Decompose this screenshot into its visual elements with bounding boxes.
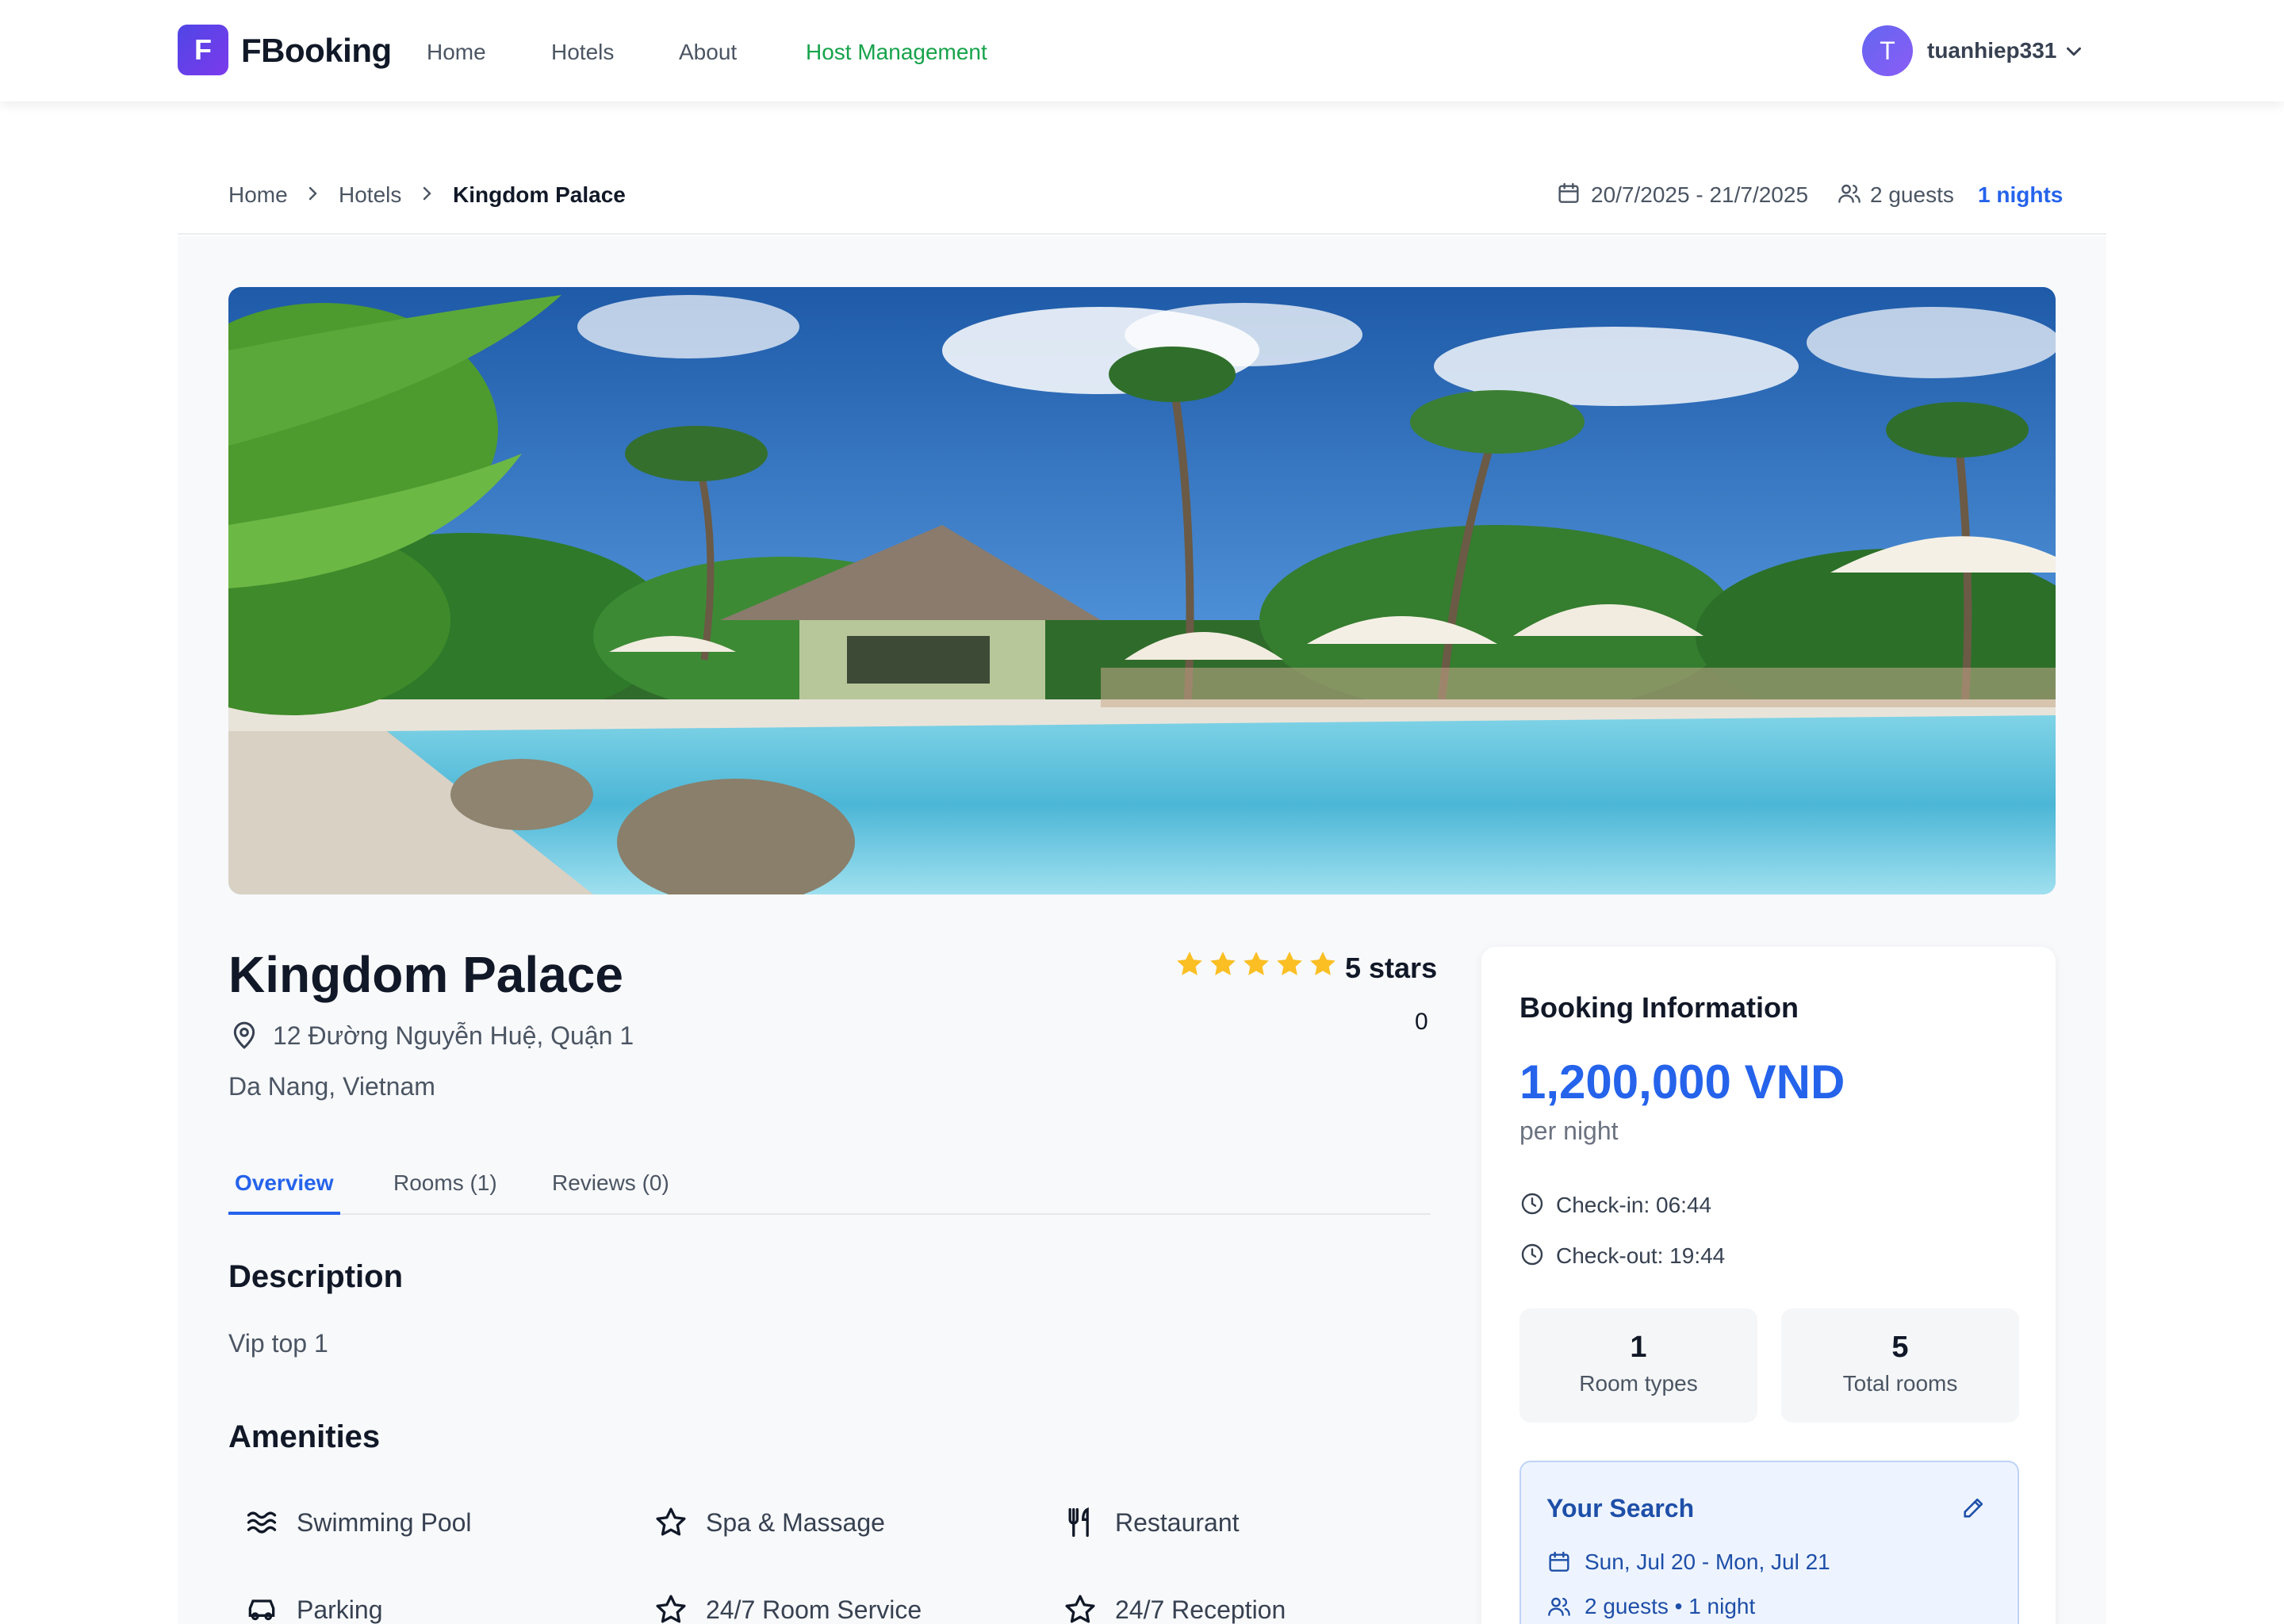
price-per-night: 1,200,000 VND [1519, 1055, 1845, 1109]
chevron-right-icon [423, 186, 431, 201]
nav-link-host-management[interactable]: Host Management [806, 40, 987, 65]
nav-link-hotels[interactable]: Hotels [551, 40, 614, 65]
trip-dates: 20/7/2025 - 21/7/2025 [1591, 182, 1809, 207]
booking-title: Booking Information [1519, 991, 1799, 1024]
breadcrumb-hotels[interactable]: Hotels [339, 182, 401, 208]
users-icon [1548, 1597, 1570, 1616]
tab-rooms[interactable]: Rooms (1) [387, 1170, 504, 1215]
description-title: Description [228, 1259, 404, 1294]
your-search-title: Your Search [1546, 1494, 1695, 1522]
edit-icon[interactable] [1960, 1494, 1987, 1521]
amenity-item: 24/7 Room Service [653, 1592, 922, 1624]
hotel-address: 12 Đường Nguyễn Huệ, Quận 1 [273, 1021, 634, 1050]
star-icon [1244, 952, 1269, 975]
clock-icon [1521, 1193, 1543, 1215]
amenity-item: Restaurant [1063, 1505, 1240, 1540]
review-count: 0 [1415, 1009, 1428, 1035]
stat-label: Room types [1579, 1371, 1698, 1396]
hotel-name: Kingdom Palace [228, 946, 623, 1003]
car-icon [248, 1599, 275, 1621]
map-pin-icon [233, 1021, 255, 1049]
breadcrumb-home[interactable]: Home [228, 182, 288, 208]
nav-link-home[interactable]: Home [427, 40, 486, 65]
price-unit: per night [1519, 1116, 1619, 1145]
search-dates: Sun, Jul 20 - Mon, Jul 21 [1585, 1549, 1830, 1574]
clock-icon [1521, 1243, 1543, 1266]
hotel-city: Da Nang, Vietnam [228, 1072, 435, 1101]
tab-reviews[interactable]: Reviews (0) [546, 1170, 676, 1215]
stat-label: Total rooms [1842, 1371, 1958, 1396]
amenity-item: 24/7 Reception [1063, 1592, 1286, 1624]
chevron-down-icon[interactable] [2062, 40, 2086, 63]
star-icon [1210, 952, 1236, 975]
utensils-icon [1068, 1507, 1089, 1538]
brand-name[interactable]: FBooking [241, 32, 392, 70]
hotel-tabs: Overview Rooms (1) Reviews (0) [228, 1170, 1431, 1215]
brand-logo-icon[interactable]: F [178, 25, 228, 75]
star-rating [1174, 948, 1339, 980]
amenity-label: Restaurant [1115, 1507, 1240, 1537]
amenity-label: 24/7 Room Service [706, 1595, 922, 1624]
user-name[interactable]: tuanhiep331 [1927, 38, 2056, 63]
tab-overview[interactable]: Overview [228, 1170, 340, 1215]
top-navbar: F FBooking Home Hotels About Host Manage… [0, 0, 2284, 102]
stat-total-rooms: 5 Total rooms [1781, 1308, 2019, 1423]
search-guests: 2 guests • 1 night [1585, 1594, 1756, 1618]
hotel-hero-image[interactable] [228, 287, 2056, 894]
trip-guests: 2 guests [1870, 182, 1954, 207]
star-icon [1177, 952, 1202, 975]
stat-room-types: 1 Room types [1519, 1308, 1757, 1423]
checkin-time: Check-in: 06:44 [1556, 1193, 1712, 1217]
trip-nights: 1 nights [1978, 182, 2064, 207]
star-icon [1277, 952, 1302, 975]
resort-pool-photo [228, 287, 2056, 894]
amenity-label: Swimming Pool [297, 1507, 472, 1537]
checkout-time: Check-out: 19:44 [1556, 1243, 1726, 1268]
your-search-box: Your Search Sun, Jul 20 - Mon, Jul 21 2 … [1519, 1461, 2019, 1624]
star-icon [1310, 952, 1336, 975]
chevron-right-icon [308, 186, 317, 201]
calendar-icon [1549, 1551, 1569, 1572]
star-outline-icon [656, 1507, 686, 1536]
amenity-label: Parking [297, 1595, 383, 1624]
breadcrumb-current: Kingdom Palace [453, 182, 626, 207]
nav-link-about[interactable]: About [679, 40, 737, 65]
calendar-icon [1558, 182, 1579, 203]
amenity-item: Spa & Massage [653, 1505, 885, 1540]
amenity-label: 24/7 Reception [1115, 1595, 1286, 1624]
amenity-item: Swimming Pool [244, 1505, 472, 1540]
booking-info-card: Booking Information 1,200,000 VND per ni… [1481, 947, 2056, 1624]
star-outline-icon [656, 1595, 686, 1623]
stat-value: 1 [1630, 1331, 1647, 1364]
amenity-label: Spa & Massage [706, 1507, 885, 1537]
star-outline-icon [1065, 1595, 1095, 1623]
waves-icon [247, 1511, 277, 1534]
amenity-item: Parking [244, 1592, 383, 1624]
user-avatar[interactable]: T [1862, 25, 1913, 76]
breadcrumb-bar: Home Hotels Kingdom Palace 20/7/2025 - 2… [178, 159, 2106, 235]
stars-label: 5 stars [1345, 952, 1438, 984]
stat-value: 5 [1891, 1331, 1909, 1364]
description-text: Vip top 1 [228, 1329, 328, 1358]
users-icon [1838, 184, 1861, 203]
amenities-title: Amenities [228, 1419, 381, 1454]
